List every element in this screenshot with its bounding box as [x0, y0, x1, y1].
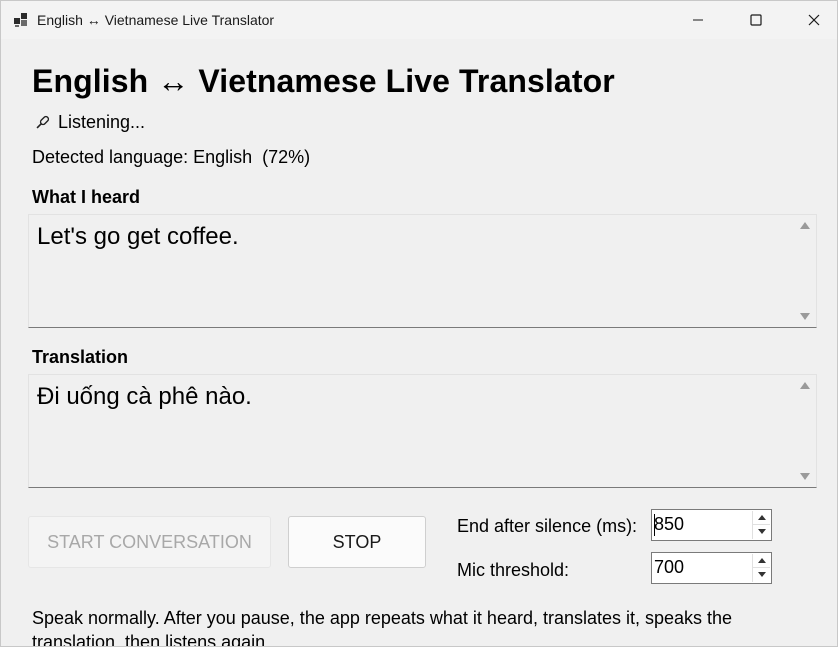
heard-text: Let's go get coffee. [37, 223, 239, 250]
silence-stepper-buttons[interactable] [752, 511, 770, 539]
heard-scrollbar[interactable] [794, 215, 816, 327]
maximize-button[interactable] [727, 1, 785, 39]
status-text: Listening... [58, 112, 146, 132]
detected-language: Detected language: English (72%) [32, 147, 311, 167]
translation-textbox[interactable]: Đi uống cà phê nào. [28, 374, 817, 488]
mic-threshold-value[interactable]: 700 [654, 557, 684, 578]
window-title: English ↔ Vietnamese Live Translator [37, 12, 275, 28]
start-conversation-button[interactable]: START CONVERSATION [28, 516, 271, 568]
close-icon [808, 14, 820, 26]
text-caret [654, 514, 655, 536]
scroll-up-arrow-icon[interactable] [800, 382, 810, 389]
minimize-icon [693, 19, 703, 21]
mic-threshold-stepper[interactable]: 700 [651, 552, 772, 584]
translation-scrollbar[interactable] [794, 375, 816, 487]
increment-arrow-icon[interactable] [752, 511, 770, 525]
maximize-icon [750, 14, 762, 26]
scroll-down-arrow-icon[interactable] [800, 313, 810, 320]
listening-status: Listening... [33, 112, 145, 133]
close-button[interactable] [785, 1, 837, 39]
title-bar[interactable]: English ↔ Vietnamese Live Translator [1, 1, 837, 39]
decrement-arrow-icon[interactable] [752, 525, 770, 539]
heard-textbox[interactable]: Let's go get coffee. [28, 214, 817, 328]
mic-threshold-label: Mic threshold: [457, 560, 570, 580]
silence-stepper[interactable]: 850 [651, 509, 772, 541]
app-window: English ↔ Vietnamese Live Translator Eng… [0, 0, 838, 647]
mic-threshold-stepper-buttons[interactable] [752, 554, 770, 582]
help-text: Speak normally. After you pause, the app… [32, 608, 733, 647]
app-icon [14, 13, 27, 27]
translation-text: Đi uống cà phê nào. [37, 383, 252, 410]
heard-label: What I heard [32, 187, 141, 207]
silence-label: End after silence (ms): [457, 516, 638, 536]
silence-value[interactable]: 850 [654, 514, 684, 535]
increment-arrow-icon[interactable] [752, 554, 770, 568]
microphone-icon [36, 115, 50, 129]
scroll-up-arrow-icon[interactable] [800, 222, 810, 229]
decrement-arrow-icon[interactable] [752, 568, 770, 582]
stop-button[interactable]: STOP [288, 516, 426, 568]
minimize-button[interactable] [669, 1, 727, 39]
scroll-down-arrow-icon[interactable] [800, 473, 810, 480]
translation-label: Translation [32, 347, 129, 367]
page-title: English ↔ Vietnamese Live Translator [32, 63, 615, 99]
